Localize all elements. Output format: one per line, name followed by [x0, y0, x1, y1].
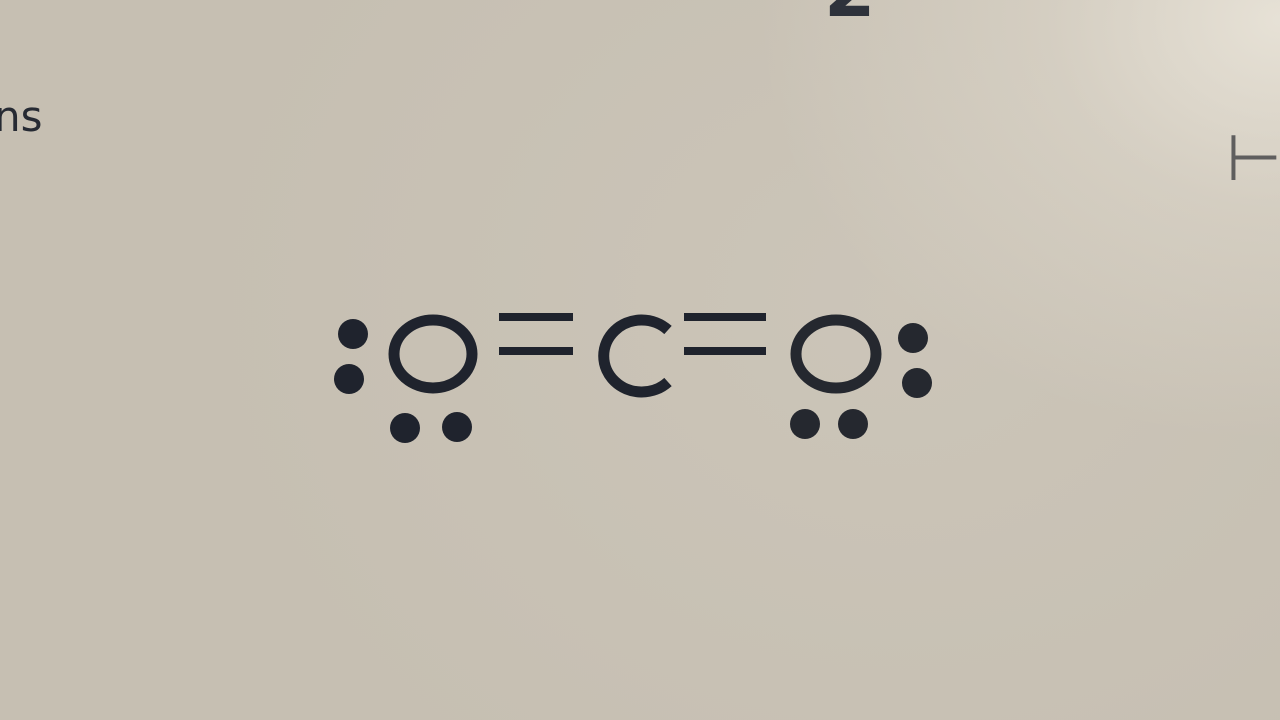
electron-dot: [334, 364, 364, 394]
right-oxygen-symbol: [790, 314, 882, 394]
left-double-bond: [499, 313, 573, 355]
bond-line: [499, 313, 573, 321]
carbon-atom: [598, 314, 672, 398]
bond-line: [499, 347, 573, 355]
right-oxygen-lone-pair-bottom: [790, 409, 868, 439]
right-oxygen-atom: [790, 314, 882, 394]
carbon-symbol: [598, 314, 672, 398]
electron-dot: [338, 319, 368, 349]
electron-dot: [790, 409, 820, 439]
electron-dot: [390, 413, 420, 443]
left-oxygen-lone-pair-bottom: [390, 412, 472, 443]
left-oxygen-atom: [388, 314, 478, 394]
bond-line: [684, 313, 766, 321]
bond-line: [684, 347, 766, 355]
co2-lewis-structure: [334, 313, 932, 443]
electron-dot: [898, 323, 928, 353]
left-oxygen-lone-pair-side: [334, 319, 368, 394]
electron-dot: [838, 409, 868, 439]
electron-dot: [442, 412, 472, 442]
right-double-bond: [684, 313, 766, 355]
right-oxygen-lone-pair-side: [898, 323, 932, 398]
left-oxygen-symbol: [388, 314, 478, 394]
electron-dot: [902, 368, 932, 398]
